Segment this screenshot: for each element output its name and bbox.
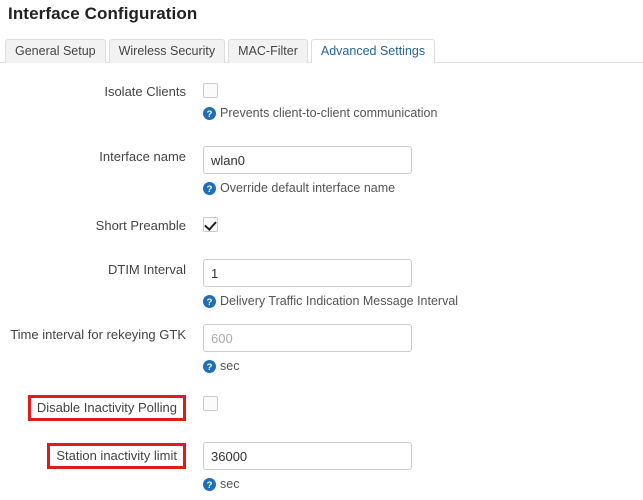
svg-text:?: ?: [207, 108, 213, 119]
field-isolate-clients: ? Prevents client-to-client communication: [186, 81, 643, 120]
field-time-interval-for-rekeying-gtk: ? sec: [186, 324, 643, 373]
label-interface-name: Interface name: [0, 146, 186, 164]
help-circle-icon[interactable]: ?: [203, 477, 216, 491]
label-disable-inactivity-polling: Disable Inactivity Polling: [0, 394, 186, 423]
svg-text:?: ?: [207, 479, 213, 490]
form-row-interface-name: Interface name? Override default interfac…: [0, 146, 643, 195]
help-circle-icon[interactable]: ?: [203, 359, 216, 373]
help-line-dtim-interval: ? Delivery Traffic Indication Message Int…: [203, 294, 643, 308]
label-isolate-clients: Isolate Clients: [0, 81, 186, 99]
field-station-inactivity-limit: ? sec: [186, 442, 643, 491]
field-interface-name: ? Override default interface name: [186, 146, 643, 195]
checkbox-disable-inactivity-polling[interactable]: [203, 396, 218, 411]
checkbox-isolate-clients[interactable]: [203, 83, 218, 98]
label-text-time-interval-for-rekeying-gtk: Time interval for rekeying GTK: [10, 327, 186, 342]
input-time-interval-for-rekeying-gtk[interactable]: [203, 324, 412, 352]
form-row-station-inactivity-limit: Station inactivity limit? sec: [0, 442, 643, 491]
label-time-interval-for-rekeying-gtk: Time interval for rekeying GTK: [0, 324, 186, 342]
form-row-time-interval-for-rekeying-gtk: Time interval for rekeying GTK? sec: [0, 324, 643, 373]
help-line-station-inactivity-limit: ? sec: [203, 477, 643, 491]
field-short-preamble: [186, 215, 643, 233]
label-text-dtim-interval: DTIM Interval: [107, 262, 186, 277]
field-disable-inactivity-polling: [186, 394, 643, 412]
field-dtim-interval: ? Delivery Traffic Indication Message Int…: [186, 259, 643, 308]
help-text-station-inactivity-limit: sec: [220, 477, 240, 491]
label-text-disable-inactivity-polling: Disable Inactivity Polling: [27, 395, 186, 421]
input-dtim-interval[interactable]: [203, 259, 412, 287]
svg-text:?: ?: [207, 361, 213, 372]
svg-text:?: ?: [207, 296, 213, 307]
tab-bar: General Setup Wireless Security MAC-Filter…: [0, 38, 643, 64]
help-line-isolate-clients: ? Prevents client-to-client communication: [203, 106, 643, 120]
form-row-disable-inactivity-polling: Disable Inactivity Polling: [0, 394, 643, 423]
help-text-dtim-interval: Delivery Traffic Indication Message Inte…: [220, 294, 459, 308]
label-station-inactivity-limit: Station inactivity limit: [0, 442, 186, 471]
label-text-interface-name: Interface name: [99, 149, 186, 164]
page-title: Interface Configuration: [8, 4, 198, 23]
form-row-short-preamble: Short Preamble: [0, 215, 643, 233]
help-text-time-interval-for-rekeying-gtk: sec: [220, 359, 240, 373]
tab-mac-filter[interactable]: MAC-Filter: [228, 39, 308, 63]
help-line-time-interval-for-rekeying-gtk: ? sec: [203, 359, 643, 373]
label-dtim-interval: DTIM Interval: [0, 259, 186, 277]
form-row-dtim-interval: DTIM Interval? Delivery Traffic Indicatio…: [0, 259, 643, 308]
form-row-isolate-clients: Isolate Clients? Prevents client-to-clien…: [0, 81, 643, 120]
help-line-interface-name: ? Override default interface name: [203, 181, 643, 195]
label-short-preamble: Short Preamble: [0, 215, 186, 233]
label-text-short-preamble: Short Preamble: [95, 218, 186, 233]
tab-advanced-settings[interactable]: Advanced Settings: [310, 39, 436, 64]
input-station-inactivity-limit[interactable]: [203, 442, 412, 470]
help-circle-icon[interactable]: ?: [203, 181, 216, 195]
tab-general-setup[interactable]: General Setup: [5, 39, 106, 63]
help-text-interface-name: Override default interface name: [220, 181, 396, 195]
help-circle-icon[interactable]: ?: [203, 106, 216, 120]
tab-list: General Setup Wireless Security MAC-Filter…: [5, 39, 436, 64]
help-circle-icon[interactable]: ?: [203, 294, 216, 308]
help-text-isolate-clients: Prevents client-to-client communication: [220, 106, 438, 120]
label-text-isolate-clients: Isolate Clients: [104, 84, 186, 99]
svg-text:?: ?: [207, 183, 213, 194]
label-text-station-inactivity-limit: Station inactivity limit: [47, 443, 186, 469]
input-interface-name[interactable]: [203, 146, 412, 174]
checkbox-short-preamble[interactable]: [203, 217, 218, 232]
tab-wireless-security[interactable]: Wireless Security: [108, 39, 226, 63]
